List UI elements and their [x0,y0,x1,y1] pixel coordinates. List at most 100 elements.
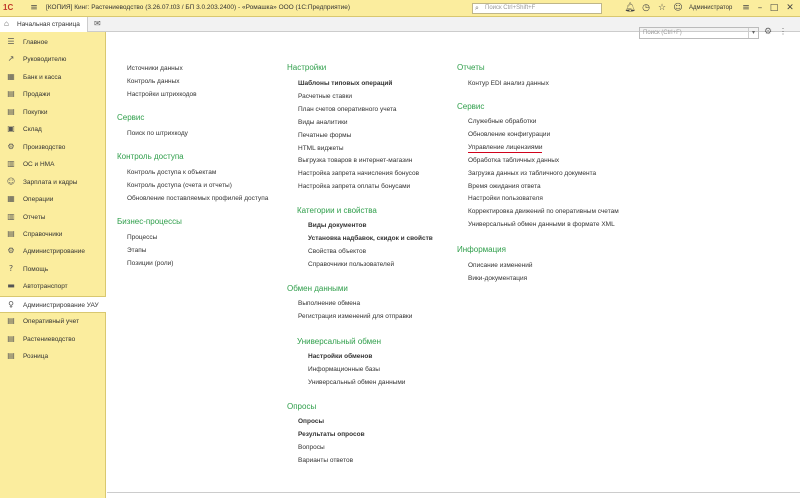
nav-link[interactable]: Печатные формы [298,132,351,139]
nav-link[interactable]: Расчетные ставки [298,93,352,100]
nav-link[interactable]: Настройки обменов [308,353,372,360]
section-heading-exchange[interactable]: Обмен данными [287,284,348,293]
nav-link[interactable]: Выполнение обмена [298,300,360,307]
global-search-placeholder: Поиск Ctrl+Shift+F [485,5,536,11]
section-heading-polls[interactable]: Опросы [287,402,316,411]
nav-link[interactable]: Поиск по штрихкоду [127,130,188,137]
sidebar-item[interactable]: ▬ Автотранспорт [0,278,106,295]
sidebar-item-label: ОС и НМА [23,161,55,169]
maximize-icon[interactable]: □ [768,2,780,14]
nav-link[interactable]: Настройка запрета оплаты бонусами [298,183,410,190]
nav-link[interactable]: Информационные базы [308,366,380,373]
sidebar-item[interactable]: ? Помощь [0,261,106,278]
admin-uau-icon: ♀ [8,299,14,309]
nav-link[interactable]: Свойства объектов [308,248,366,255]
nav-link[interactable]: Этапы [127,247,146,254]
section-heading-info[interactable]: Информация [457,245,506,254]
dropdown-icon[interactable]: ▾ [748,28,758,38]
section-heading-universal[interactable]: Универсальный обмен [297,337,381,346]
nav-link[interactable]: Вопросы [298,444,325,451]
nav-link[interactable]: Вики-документация [468,275,527,282]
sidebar-item[interactable]: ▤ Растениеводство [0,331,106,348]
nav-link[interactable]: Процессы [127,234,157,241]
menu-icon[interactable]: ≡ [28,2,40,14]
sidebar-item-label: Руководителю [23,56,67,64]
nav-link[interactable]: Контроль доступа к объектам [127,169,216,176]
section-heading-service-2[interactable]: Сервис [457,102,484,111]
history-icon[interactable]: ◷ [640,2,652,14]
global-search-input[interactable]: ⌕ Поиск Ctrl+Shift+F [472,3,602,14]
minimize-icon[interactable]: – [754,2,766,14]
section-heading-bp[interactable]: Бизнес-процессы [117,217,182,226]
nav-link[interactable]: HTML виджеты [298,145,344,152]
list-icon: ☰ [7,37,15,46]
sidebar-item[interactable]: ▤ Покупки [0,104,106,121]
sidebar-item[interactable]: ⚙ Администрирование [0,243,106,260]
nav-link[interactable]: Управление лицензиями [468,144,543,153]
settings-menu-icon[interactable]: ≡ [740,2,752,14]
user-name[interactable]: Администратор [689,5,732,11]
nav-link[interactable]: Универсальный обмен данными в формате XM… [468,221,615,228]
nav-link[interactable]: Позиции (роли) [127,260,173,267]
sidebar-item[interactable]: ▤ Продажи [0,86,106,103]
section-heading-categories[interactable]: Категории и свойства [297,206,377,215]
nav-link[interactable]: Виды аналитики [298,119,348,126]
content-search-input[interactable]: Поиск (Ctrl+F) ▾ [639,27,759,39]
nav-link[interactable]: Результаты опросов [298,431,365,438]
sidebar-item[interactable]: ▣ Склад [0,121,106,138]
chat-icon[interactable]: ✉ [94,19,101,28]
sidebar-item[interactable]: ▥ Отчеты [0,209,106,226]
section-heading-access[interactable]: Контроль доступа [117,152,184,161]
close-icon[interactable]: ✕ [784,2,796,14]
nav-link[interactable]: Виды документов [308,222,366,229]
bottom-divider [107,492,800,493]
sidebar-item[interactable]: ☺ Зарплата и кадры [0,174,106,191]
sidebar-item[interactable]: ☰ Главное [0,34,106,51]
user-icon[interactable]: ☺ [672,2,684,14]
sidebar-item[interactable]: ↗ Руководителю [0,51,106,68]
nav-link[interactable]: Служебные обработки [468,118,536,125]
section-heading-settings[interactable]: Настройки [287,63,326,72]
nav-link[interactable]: Шаблоны типовых операций [298,80,392,87]
sidebar-item[interactable]: ▤ Оперативный учет [0,313,106,330]
sidebar-item[interactable]: ▦ Операции [0,191,106,208]
tab-home[interactable]: ⌂ Начальная страница [0,17,88,32]
sidebar-item[interactable]: ♀ Администрирование УАУ [0,295,106,313]
sidebar-item[interactable]: ⚙ Производство [0,139,106,156]
sidebar-item[interactable]: ▤ Розница [0,348,106,365]
nav-link[interactable]: Универсальный обмен данными [308,379,405,386]
nav-link[interactable]: Настройки штрихкодов [127,91,197,98]
gear-icon[interactable]: ⚙ [764,27,772,37]
nav-link[interactable]: Контур EDI анализ данных [468,80,549,87]
section-heading-reports[interactable]: Отчеты [457,63,485,72]
more-icon[interactable]: ⋮ [779,27,787,36]
star-icon[interactable]: ☆ [656,2,668,14]
nav-link[interactable]: План счетов оперативного учета [298,106,397,113]
nav-link[interactable]: Обработка табличных данных [468,157,559,164]
section-heading-service[interactable]: Сервис [117,113,144,122]
nav-link[interactable]: Регистрация изменений для отправки [298,313,412,320]
nav-link[interactable]: Опросы [298,418,324,425]
nav-link[interactable]: Контроль данных [127,78,180,85]
sidebar-item[interactable]: ▤ Справочники [0,226,106,243]
nav-link[interactable]: Варианты ответов [298,457,353,464]
sidebar-item[interactable]: ▥ ОС и НМА [0,156,106,173]
nav-link[interactable]: Описание изменений [468,262,532,269]
nav-link[interactable]: Корректировка движений по оперативным сч… [468,208,619,215]
sidebar-item[interactable]: ▦ Банк и касса [0,69,106,86]
chart-icon: ↗ [7,54,15,64]
bell-icon[interactable]: 🔔︎ [624,2,636,14]
nav-link[interactable]: Время ожидания ответа [468,183,541,190]
nav-link[interactable]: Настройки пользователя [468,195,543,202]
nav-link[interactable]: Загрузка данных из табличного документа [468,170,596,177]
nav-link[interactable]: Установка надбавок, скидок и свойств [308,235,433,242]
nav-link[interactable]: Источники данных [127,65,183,72]
nav-link[interactable]: Обновление поставляемых профилей доступа [127,195,268,202]
warehouse-icon: ▣ [7,124,15,134]
nav-link[interactable]: Настройка запрета начисления бонусов [298,170,419,177]
sidebar: ☰ Главное ↗ Руководителю ▦ Банк и касса ▤ Прода… [0,32,106,498]
nav-link[interactable]: Выгрузка товаров в интернет-магазин [298,157,412,164]
nav-link[interactable]: Справочники пользователей [308,261,394,268]
nav-link[interactable]: Обновление конфигурации [468,131,550,138]
nav-link[interactable]: Контроль доступа (счета и отчеты) [127,182,232,189]
